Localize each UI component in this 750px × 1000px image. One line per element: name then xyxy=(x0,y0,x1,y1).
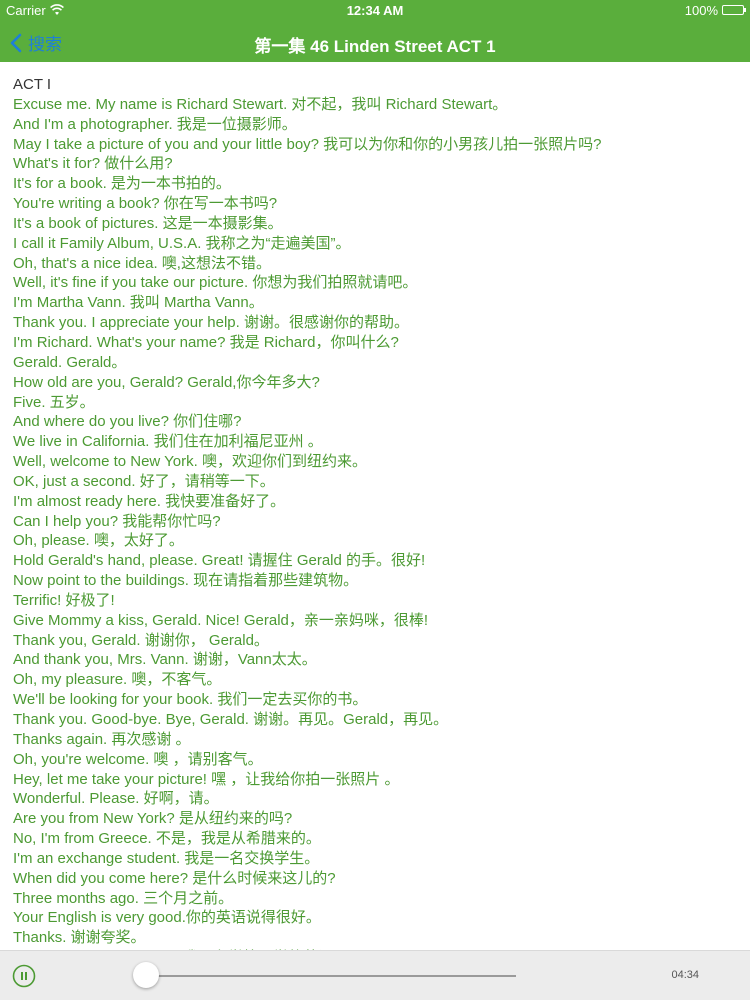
script-lines: ACT I Excuse me. My name is Richard Stewa… xyxy=(13,75,602,950)
script-line: Now point to the buildings. 现在请指着那些建筑物。 xyxy=(13,572,359,590)
script-line: And thank you, Mrs. Vann. 谢谢，Vann太太。 xyxy=(13,651,317,669)
script-line: OK, just a second. 好了，请稍等一下。 xyxy=(13,472,275,490)
script-line: Oh, my pleasure. 噢，不客气。 xyxy=(13,671,222,689)
script-line: Wonderful. Please. 好啊，请。 xyxy=(13,790,219,808)
script-line: Three months ago. 三个月之前。 xyxy=(13,889,234,907)
script-line: I'm almost ready here. 我快要准备好了。 xyxy=(13,492,286,510)
script-line: And I'm a photographer. 我是一位摄影师。 xyxy=(13,115,297,133)
act-heading: ACT I xyxy=(13,76,52,93)
script-line: I'm an exchange student. 我是一名交换学生。 xyxy=(13,849,320,867)
pause-button-icon[interactable] xyxy=(12,964,36,988)
script-line: Five. 五岁。 xyxy=(13,393,95,411)
script-line: Oh, you're welcome. 噢 ，请别客气。 xyxy=(13,750,263,768)
clock: 12:34 AM xyxy=(346,3,404,18)
status-bar: Carrier 12:34 AM 100% xyxy=(0,0,750,22)
script-line: Well, it's fine if you take our picture.… xyxy=(13,274,418,292)
battery-icon xyxy=(722,5,746,15)
script-line: Terrific! 好极了! xyxy=(13,591,115,609)
script-line: Give Mommy a kiss, Gerald. Nice! Gerald，… xyxy=(13,611,429,629)
script-line: Oh, please. 噢，太好了。 xyxy=(13,532,184,550)
battery-percentage: 100% xyxy=(684,3,718,18)
script-line: I'm Martha Vann. 我叫 Martha Vann。 xyxy=(13,294,264,312)
script-line: You're writing a book? 你在写一本书吗? xyxy=(13,195,278,213)
script-text-view[interactable]: ACT I Excuse me. My name is Richard Stewa… xyxy=(0,62,750,950)
script-line: Thank you, Gerald. 谢谢你， Gerald。 xyxy=(13,631,269,649)
script-line: Can I help you? 我能帮你忙吗? xyxy=(13,512,221,530)
script-line: Your English is very good.你的英语说得很好。 xyxy=(13,909,321,927)
script-line: Thanks again. 再次感谢 。 xyxy=(13,730,191,748)
page-title: 第一集 46 Linden Street ACT 1 xyxy=(254,37,496,56)
script-line: Thank you. I appreciate your help. 谢谢。很感… xyxy=(13,314,409,332)
script-line: I call it Family Album, U.S.A. 我称之为“走遍美国… xyxy=(13,234,351,252)
script-line: Thank you. Good-bye. Bye, Gerald. 谢谢。再见。… xyxy=(13,711,449,728)
progress-slider-thumb[interactable] xyxy=(133,962,159,988)
script-line: We'll be looking for your book. 我们一定去买你的… xyxy=(13,691,368,709)
script-line: Thanks. 谢谢夸奖。 xyxy=(13,929,146,947)
script-line: No, I'm from Greece. 不是，我是从希腊来的。 xyxy=(13,830,321,848)
script-line: Hey, let me take your picture! 嘿 ，让我给你拍一… xyxy=(13,770,400,788)
script-line: Well, welcome to New York. 噢，欢迎你们到纽约来。 xyxy=(13,453,367,471)
script-line: Are you from New York? 是从纽约来的吗? xyxy=(13,810,293,828)
script-line: When did you come here? 是什么时候来这儿的? xyxy=(13,869,336,887)
script-line: How old are you, Gerald? Gerald,你今年多大? xyxy=(13,373,320,391)
script-line: Excuse me. My name is Richard Stewart. 对… xyxy=(13,95,508,113)
script-line: Oh, that's a nice idea. 噢,这想法不错。 xyxy=(13,254,271,272)
script-line: It's a book of pictures. 这是一本摄影集。 xyxy=(13,214,283,232)
script-line: What's it for? 做什么用? xyxy=(13,155,173,173)
script-line: It's for a book. 是为一本书拍的。 xyxy=(13,175,231,193)
script-line: We live in California. 我们住在加利福尼亚州 。 xyxy=(13,433,323,451)
navigation-bar: 搜索 第一集 46 Linden Street ACT 1 xyxy=(0,22,750,62)
audio-player: 04:34 xyxy=(0,950,750,1000)
duration-label: 04:34 xyxy=(671,969,699,981)
progress-track[interactable] xyxy=(146,975,516,977)
script-line: Gerald. Gerald。 xyxy=(13,353,127,371)
script-line: Hold Gerald's hand, please. Great! 请握住 G… xyxy=(13,552,426,570)
script-line: And where do you live? 你们住哪? xyxy=(13,413,242,431)
script-line: I'm Richard. What's your name? 我是 Richar… xyxy=(13,333,399,351)
script-line: May I take a picture of you and your lit… xyxy=(13,135,602,153)
